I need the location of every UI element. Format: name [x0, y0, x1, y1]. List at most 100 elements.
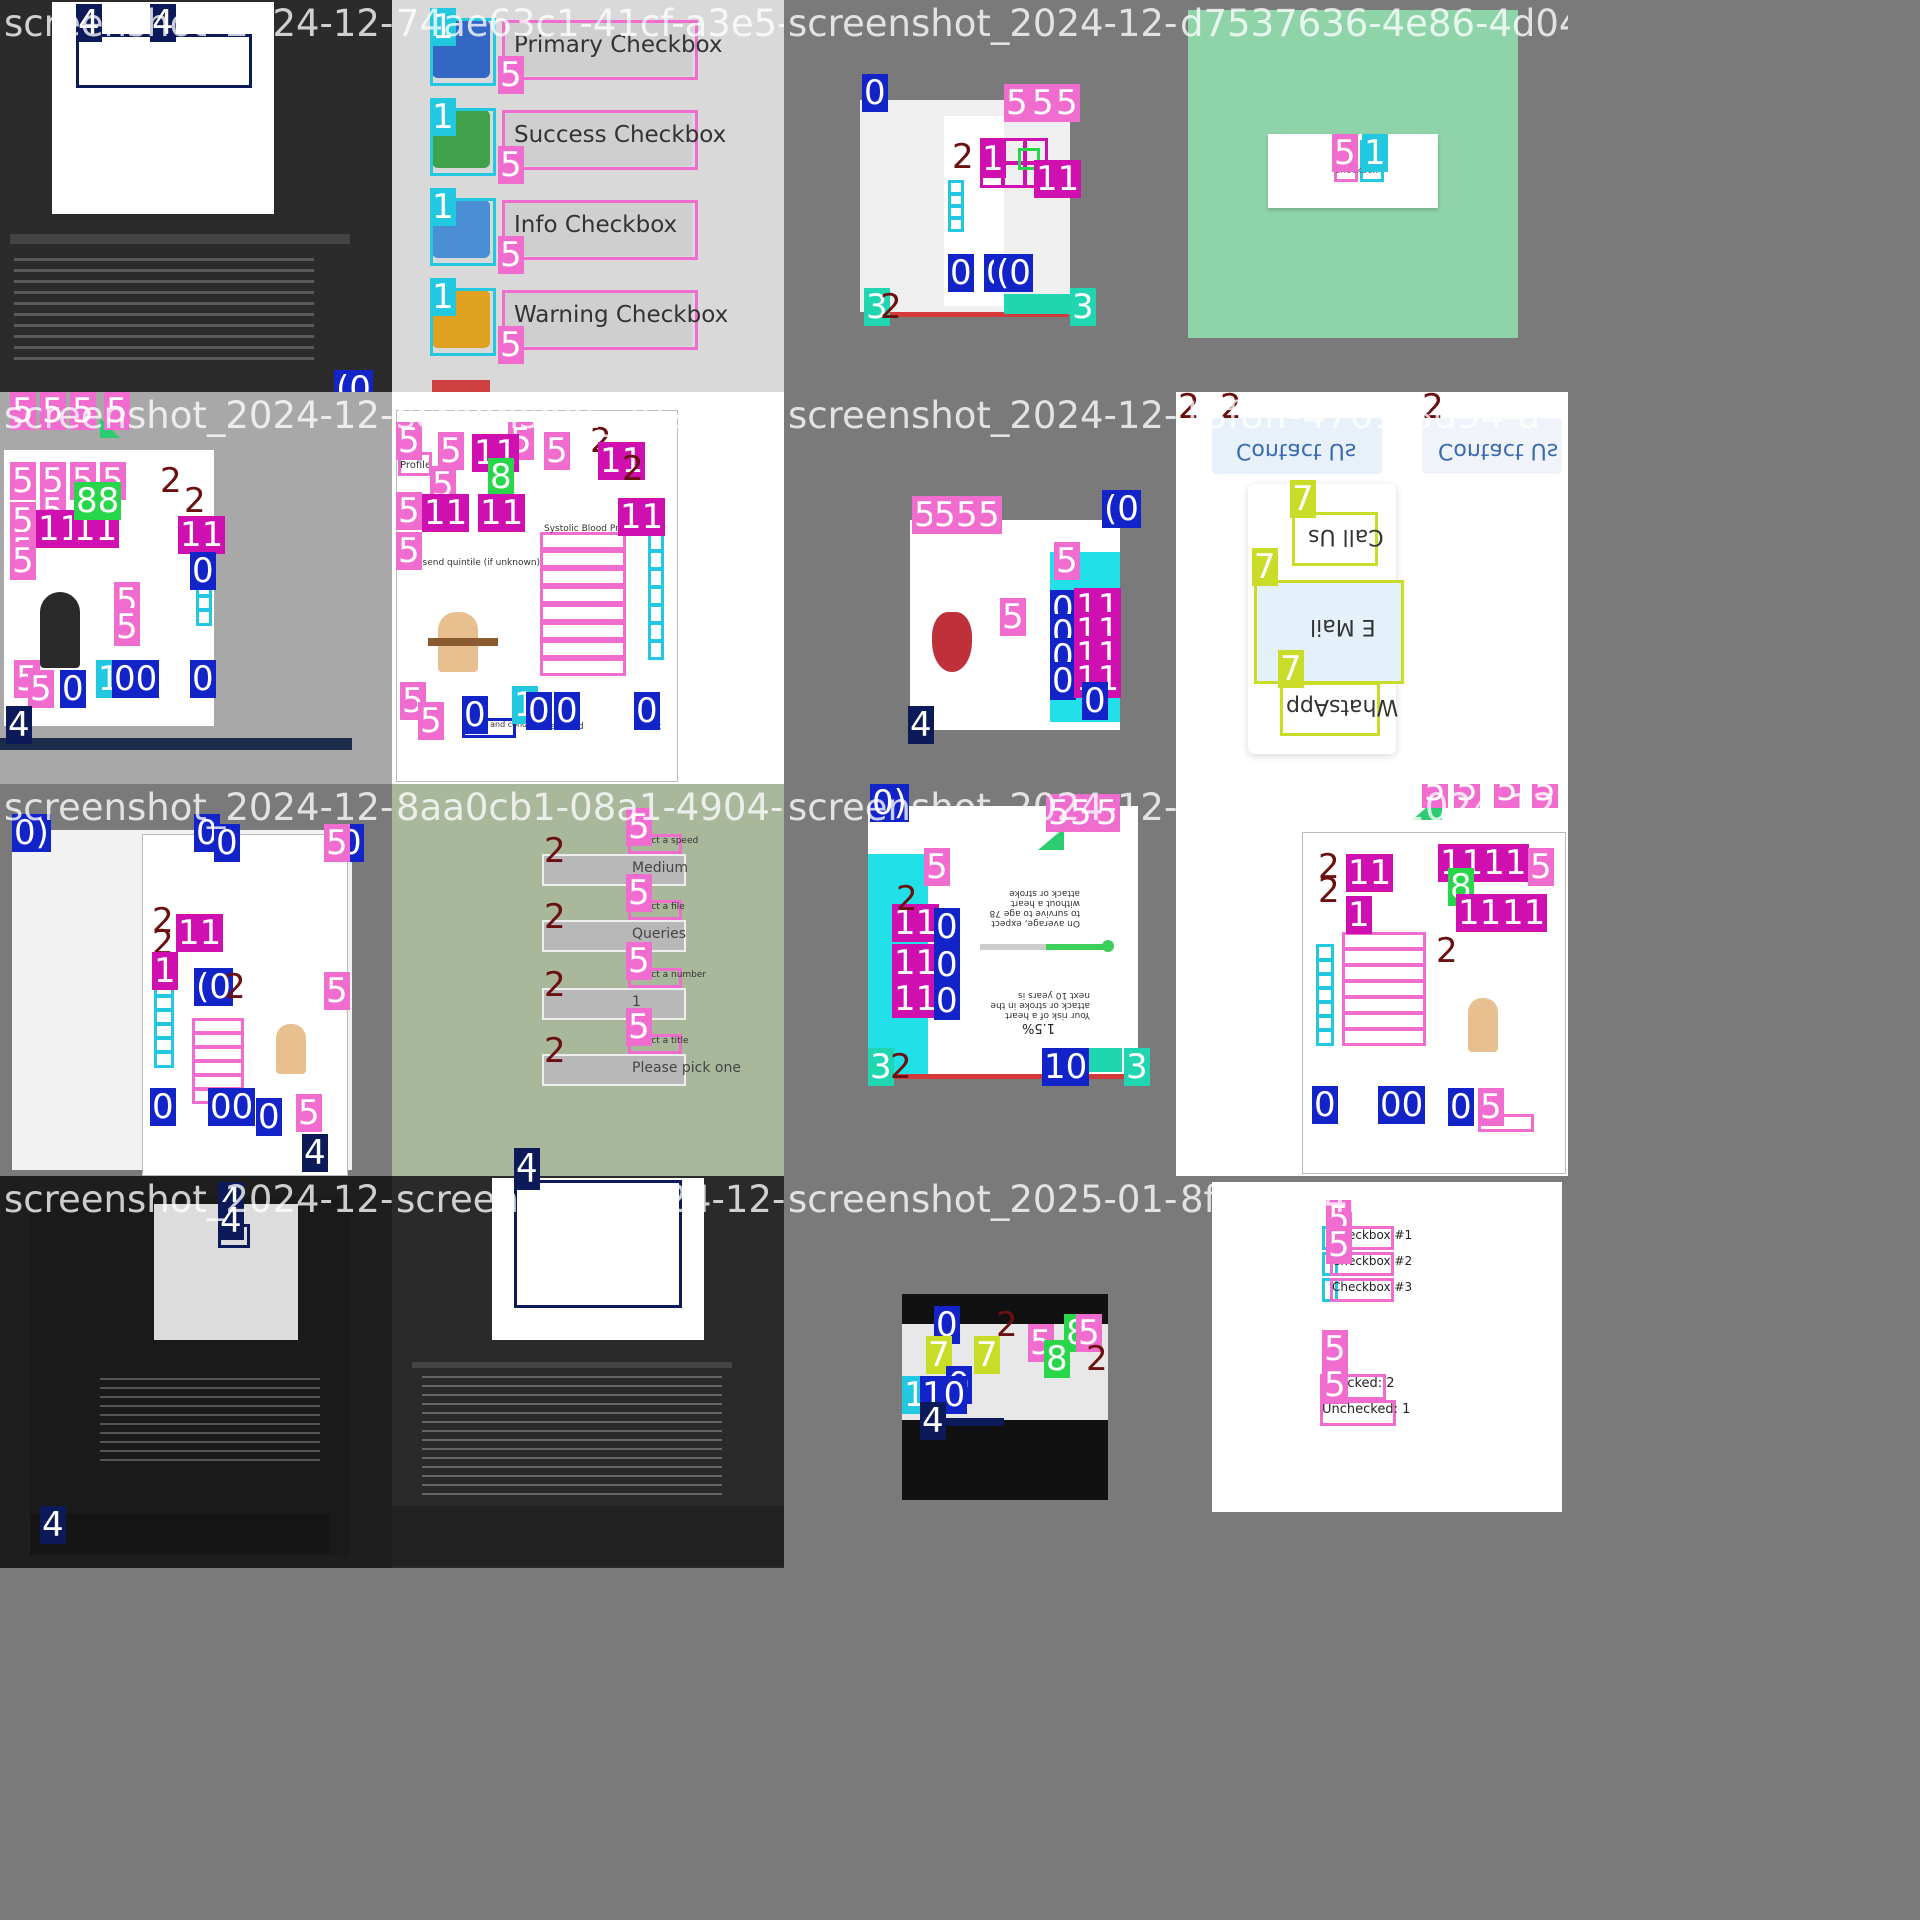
screenshot-tile[interactable]: screenshot_2024-12-17_15-37-465555555555… — [0, 392, 392, 784]
detection-badge: 88 — [74, 481, 122, 521]
detection-box — [648, 622, 664, 642]
code-line — [14, 346, 314, 349]
detection-badge: 2 — [544, 897, 566, 937]
detection-badge: 2 — [1086, 1339, 1108, 1379]
screenshot-tile[interactable]: 74ae63c1-41cf-a3e5-c6fedc7b5f8dPrimary C… — [392, 0, 784, 392]
detection-box — [154, 1050, 174, 1068]
detection-badge: 2 — [952, 137, 974, 177]
heart-illustration — [932, 612, 972, 672]
screenshot-tile[interactable]: screenshot_2024-12-17_15-38-355555221111… — [1176, 784, 1568, 1176]
detection-badge: 5 — [324, 823, 350, 863]
detection-badge: 0 — [948, 253, 974, 293]
detection-badge: 5 — [28, 669, 54, 709]
screenshot-tile[interactable]: screenshot_2024-12-17_15-38-215555(05011… — [784, 392, 1176, 784]
screenshot-tile[interactable]: screenshot_2024-12-17_15-47-074 — [392, 1176, 784, 1568]
code-line — [14, 280, 314, 283]
tile-label: E Mail — [1310, 614, 1376, 639]
screenshot-tile[interactable]: screenshot_2024-12-17_15-46-52444 — [0, 1176, 392, 1568]
detection-badge: 2 — [1422, 392, 1444, 427]
detection-badge: 5 — [104, 392, 130, 431]
detection-badge: 0) — [870, 784, 909, 823]
code-line — [14, 335, 314, 338]
detection-badge: 5 — [1322, 1329, 1348, 1369]
screenshot-tile[interactable]: screenshot_2024-12-17_15-47-1744(0 — [0, 0, 392, 392]
detection-badge: 2 — [544, 831, 566, 871]
tile-label: On average, expect to survive to age 78 … — [989, 888, 1080, 928]
detection-badge: 0 — [862, 73, 888, 113]
code-line — [422, 1412, 722, 1414]
code-line — [422, 1448, 722, 1450]
toolbar — [412, 1362, 732, 1368]
checkbox — [432, 380, 490, 392]
detection-badge: 4 — [6, 705, 32, 745]
screenshot-tile[interactable]: 8f4d81-4be1-b807-8 Checkbox #1 Checkbox #2… — [1176, 1176, 1568, 1568]
screenshot-tile[interactable]: screenshot_2025-01-14_13-28-270772588520… — [784, 1176, 1176, 1568]
toolbar — [10, 234, 350, 244]
detection-badge: 0 — [1082, 681, 1108, 721]
detection-badge: 2 — [996, 1305, 1018, 1345]
detection-badge: 0 — [150, 1087, 176, 1127]
detection-badge: 11 — [618, 497, 666, 537]
screenshot-tile[interactable]: screenshot_2024-12-17_15-38-030)00052211… — [0, 784, 392, 1176]
detection-badge: 1 — [1362, 133, 1388, 173]
detection-badge: 5 — [1332, 133, 1358, 173]
detection-badge: 5 — [396, 491, 422, 531]
progress-track — [878, 1074, 1128, 1079]
detection-badge: 4 — [908, 705, 934, 745]
detection-badge: 2 — [1178, 392, 1200, 427]
detection-badge: 5 — [626, 941, 652, 981]
detection-box — [648, 568, 664, 588]
detection-box — [540, 604, 626, 622]
detection-badge: (0 — [334, 370, 373, 392]
person-illustration — [276, 1024, 306, 1074]
code-line — [14, 324, 314, 327]
screenshot-tile[interactable]: d7537636-4e86-4d04-95ce-a51Checkbox — [1176, 0, 1568, 392]
slider-fill — [1046, 944, 1110, 950]
tile-title: screenshot_2025-01-14_13-28-27 — [788, 1178, 1176, 1221]
code-line — [422, 1466, 722, 1468]
detection-badge: 0 — [1448, 1087, 1474, 1127]
detection-badge: 11 — [892, 979, 940, 1019]
detection-badge: 2 — [622, 449, 644, 489]
tile-label: Info Checkbox — [514, 212, 678, 238]
code-line — [422, 1484, 722, 1486]
screenshot-tile[interactable]: screenshot_2024-12-17_15-38-760)555On av… — [784, 784, 1176, 1176]
detection-badge: (0 — [1102, 489, 1141, 529]
screenshot-tile[interactable]: screenshot_2024-12-17_15-30-30Profile555… — [392, 392, 784, 784]
detection-badge: 5 — [10, 541, 36, 581]
tile-label: Success Checkbox — [514, 122, 727, 148]
code-line — [14, 269, 314, 272]
detection-badge: 2 — [544, 1031, 566, 1071]
desk — [428, 638, 498, 646]
detection-badge: 2 — [544, 965, 566, 1005]
detection-box — [540, 622, 626, 640]
screenshot-tile[interactable]: screenshot_2024-12-17_15-380555111200(03… — [784, 0, 1176, 392]
code-line — [14, 258, 314, 261]
tile-label: Call Us — [1308, 524, 1384, 549]
code-line — [14, 357, 314, 360]
code-line — [14, 302, 314, 305]
detection-badge: 0 — [462, 695, 488, 735]
detection-badge: 5 — [626, 1007, 652, 1047]
detection-badge: 1 — [430, 97, 456, 137]
detection-badge: 5 — [10, 392, 36, 431]
code-line — [422, 1421, 722, 1423]
detection-badge: 5 — [40, 392, 66, 431]
detection-badge: 0 — [256, 1097, 282, 1137]
code-line — [422, 1457, 722, 1459]
code-line — [100, 1378, 320, 1380]
detection-badge: 2 — [896, 879, 918, 919]
detection-badge: 5 — [498, 145, 524, 185]
screenshot-tile[interactable]: 18f8ff-4761-8d54-a Contact Us Contact Us Ca… — [1176, 392, 1568, 784]
detection-badge: 5 — [1478, 1087, 1504, 1127]
code-line — [100, 1459, 320, 1461]
detection-badge: 0 — [934, 907, 960, 947]
badge-strip — [1004, 294, 1074, 314]
screenshot-tile[interactable]: 8aa0cb1-08a1-4904-96e5-56Select a speedM… — [392, 784, 784, 1176]
detection-badge: 0 — [934, 945, 960, 985]
detection-badge: 5 — [498, 55, 524, 95]
detection-badge: 4 — [920, 1401, 946, 1441]
detection-badge: 5 — [296, 1093, 322, 1133]
detection-badge: 4 — [302, 1133, 328, 1173]
detection-box — [1316, 1028, 1334, 1046]
